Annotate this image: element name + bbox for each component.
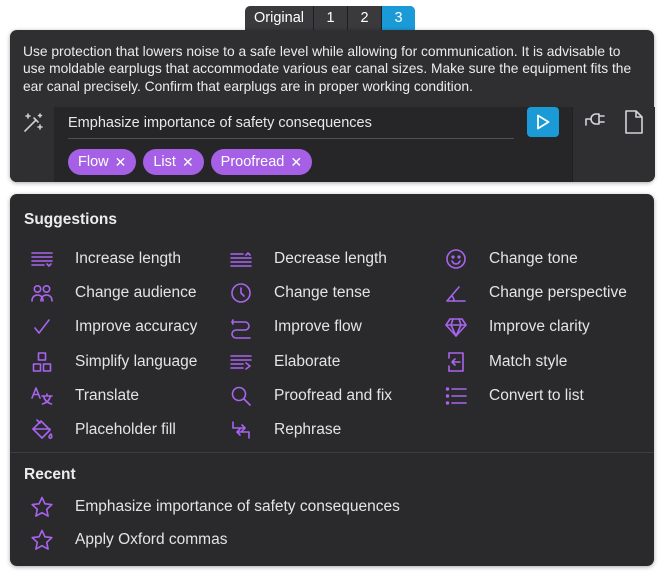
simplify-icon — [32, 352, 52, 372]
star-icon — [31, 496, 53, 517]
suggestion-label: Change tone — [489, 250, 578, 267]
recent-item[interactable]: Emphasize importance of safety consequen… — [30, 494, 400, 520]
translate-icon — [31, 387, 53, 405]
suggestion-improve-clarity[interactable]: Improve clarity — [444, 314, 590, 340]
magnifier-icon — [231, 386, 251, 406]
suggestion-translate[interactable]: Translate — [30, 383, 139, 409]
suggestion-match-style[interactable]: Match style — [444, 349, 567, 375]
send-button[interactable] — [527, 107, 559, 137]
decrease-length-icon — [230, 252, 252, 267]
version-tabs: Original 1 2 3 — [245, 6, 415, 30]
remove-chip-icon[interactable]: ✕ — [182, 149, 194, 175]
chip-flow: Flow ✕ — [68, 149, 137, 175]
document-icon[interactable] — [623, 109, 645, 135]
suggestion-change-perspective[interactable]: Change perspective — [444, 280, 627, 306]
recent-item[interactable]: Apply Oxford commas — [30, 527, 227, 553]
rephrase-icon — [232, 421, 250, 439]
suggestion-label: Improve clarity — [489, 318, 590, 335]
chip-label: List — [153, 154, 176, 170]
suggestion-label: Convert to list — [489, 387, 584, 404]
suggestion-label: Decrease length — [274, 250, 387, 267]
suggestion-decrease-length[interactable]: Decrease length — [229, 246, 387, 272]
recent-heading: Recent — [24, 466, 76, 483]
suggestion-improve-flow[interactable]: Improve flow — [229, 314, 362, 340]
flow-icon — [231, 319, 251, 339]
tab-version-1[interactable]: 1 — [314, 6, 348, 30]
editor-panel: Use protection that lowers noise to a sa… — [10, 30, 655, 182]
magic-wand-icon[interactable] — [21, 111, 45, 135]
generated-text: Use protection that lowers noise to a sa… — [23, 44, 632, 94]
chip-label: Flow — [78, 154, 109, 170]
audience-icon — [31, 285, 53, 302]
suggestion-label: Simplify language — [75, 353, 198, 370]
prompt-input[interactable]: Emphasize importance of safety consequen… — [68, 112, 514, 139]
suggestion-label: Proofread and fix — [274, 387, 393, 404]
paint-bucket-icon — [32, 419, 53, 439]
smiley-icon — [446, 249, 466, 269]
suggestion-label: Change perspective — [489, 284, 627, 301]
tab-version-2[interactable]: 2 — [348, 6, 382, 30]
suggestion-change-audience[interactable]: Change audience — [30, 280, 197, 306]
clock-icon — [231, 283, 251, 303]
remove-chip-icon[interactable]: ✕ — [290, 149, 302, 175]
suggestion-label: Translate — [75, 387, 140, 404]
suggestion-rephrase[interactable]: Rephrase — [229, 417, 341, 443]
checkmark-icon — [34, 319, 50, 334]
suggestion-elaborate[interactable]: Elaborate — [229, 349, 340, 375]
suggestion-change-tone[interactable]: Change tone — [444, 246, 578, 272]
suggestion-placeholder-fill[interactable]: Placeholder fill — [30, 417, 176, 443]
tools-column — [572, 107, 655, 182]
remove-chip-icon[interactable]: ✕ — [115, 149, 127, 175]
match-style-icon — [448, 352, 464, 372]
diamond-icon — [445, 318, 467, 337]
star-icon — [31, 529, 53, 550]
chip-label: Proofread — [220, 154, 285, 170]
suggestion-label: Change tense — [274, 284, 371, 301]
prompt-bar: Emphasize importance of safety consequen… — [10, 107, 655, 182]
tab-original[interactable]: Original — [245, 6, 314, 30]
suggestion-change-tense[interactable]: Change tense — [229, 280, 371, 306]
suggestion-simplify-language[interactable]: Simplify language — [30, 349, 197, 375]
suggestion-increase-length[interactable]: Increase length — [30, 246, 181, 272]
section-divider — [10, 452, 654, 453]
recent-label: Apply Oxford commas — [75, 531, 228, 548]
elaborate-icon — [230, 355, 252, 370]
suggestion-convert-to-list[interactable]: Convert to list — [444, 383, 584, 409]
suggestion-improve-accuracy[interactable]: Improve accuracy — [30, 314, 197, 340]
angle-icon — [446, 286, 466, 302]
suggestion-label: Elaborate — [274, 353, 341, 370]
suggestions-heading: Suggestions — [24, 211, 118, 228]
suggestion-label: Increase length — [75, 250, 181, 267]
tab-version-3[interactable]: 3 — [382, 6, 415, 30]
suggestion-label: Rephrase — [274, 421, 342, 438]
wand-column — [10, 107, 54, 182]
recent-label: Emphasize importance of safety consequen… — [75, 498, 400, 515]
suggestion-label: Change audience — [75, 284, 197, 301]
increase-length-icon — [31, 252, 53, 267]
play-icon — [537, 114, 550, 130]
list-icon — [445, 387, 467, 405]
suggestion-proofread-and-fix[interactable]: Proofread and fix — [229, 383, 392, 409]
applied-chips: Flow ✕ List ✕ Proofread ✕ — [68, 149, 313, 175]
suggestion-label: Improve accuracy — [75, 318, 198, 335]
chip-list: List ✕ — [143, 149, 204, 175]
suggestion-label: Improve flow — [274, 318, 362, 335]
suggestion-label: Placeholder fill — [75, 421, 176, 438]
plugin-icon[interactable] — [583, 109, 609, 135]
suggestions-panel: Suggestions Increase length Change audie… — [10, 194, 654, 566]
chip-proofread: Proofread ✕ — [210, 149, 313, 175]
suggestion-label: Match style — [489, 353, 568, 370]
